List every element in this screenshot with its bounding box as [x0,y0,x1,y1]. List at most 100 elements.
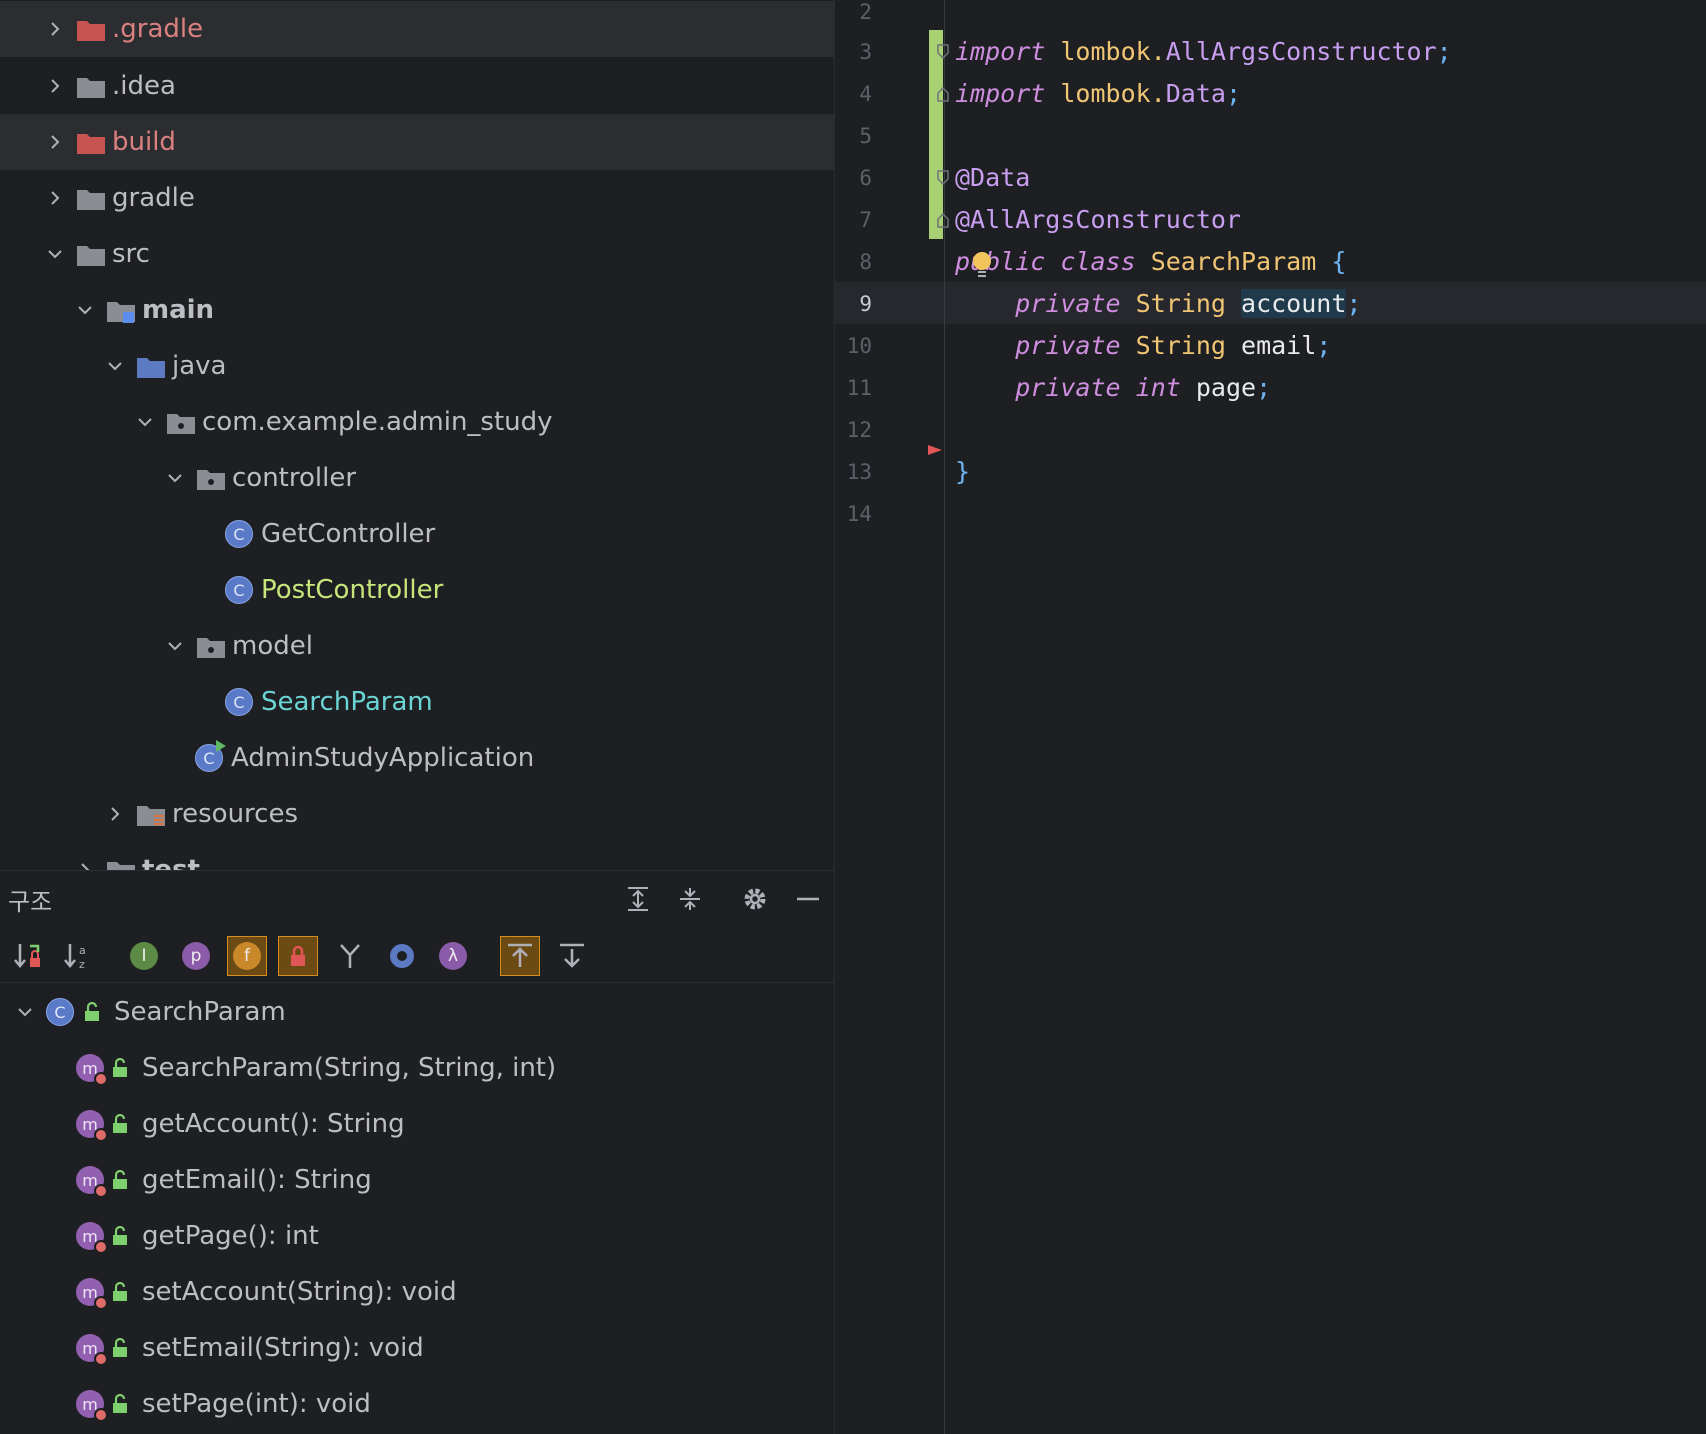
code-line-11[interactable]: private int page; [955,367,1271,409]
minimize-icon[interactable] [792,883,824,915]
tree-item-main[interactable]: main [0,282,834,338]
collapse-all-icon[interactable] [674,883,706,915]
spring-app-class-icon: C [195,740,226,772]
lightbulb-icon[interactable] [970,250,994,280]
chevron-right-icon[interactable] [74,859,96,870]
tree-item-label: AdminStudyApplication [231,743,535,773]
chevron-down-icon[interactable] [44,243,66,265]
code-package: lombok. [1060,37,1166,66]
tree-item-label: com.example.admin_study [202,407,553,437]
chevron-right-icon[interactable] [44,18,66,40]
class-icon: C [225,688,253,716]
tree-item-label: .idea [112,71,176,101]
sort-alphabetically-icon[interactable]: az [58,936,98,976]
show-inherited-icon[interactable]: I [124,936,164,976]
fold-start-icon[interactable] [937,170,949,186]
show-lambdas-icon[interactable]: λ [433,936,473,976]
code-line-9[interactable]: private String account; [955,283,1361,325]
fold-end-icon[interactable] [937,212,949,228]
code-keyword: private [1015,373,1121,402]
line-number: 3 [859,40,872,64]
project-tree: .gradle .idea build gradle src main java… [0,0,834,870]
code-line-3[interactable]: import lombok.AllArgsConstructor; [955,31,1452,73]
tree-item-gradle-hidden[interactable]: .gradle [0,1,834,57]
show-non-public-icon[interactable] [278,936,318,976]
chevron-right-icon[interactable] [104,803,126,825]
tree-item-gradle[interactable]: gradle [0,170,834,226]
structure-member[interactable]: m getPage(): int [0,1208,834,1264]
chevron-down-icon[interactable] [164,467,186,489]
tree-item-postcontroller[interactable]: C PostController [0,562,834,618]
structure-member[interactable]: m getAccount(): String [0,1096,834,1152]
tree-item-getcontroller[interactable]: C GetController [0,506,834,562]
structure-member[interactable]: m SearchParam(String, String, int) [0,1040,834,1096]
line-number: 7 [859,208,872,232]
fold-start-icon[interactable] [937,44,949,60]
structure-panel-header: 구조 [0,870,834,927]
field-icon: f [233,942,261,970]
code-line-6[interactable]: @Data [955,157,1030,199]
chevron-right-icon[interactable] [44,75,66,97]
tree-item-idea[interactable]: .idea [0,58,834,114]
fold-end-icon[interactable] [937,86,949,102]
error-marker-icon[interactable] [927,443,943,457]
show-fields-icon[interactable]: f [227,936,267,976]
code-keyword: private [1015,289,1121,318]
line-number: 12 [846,418,872,442]
tree-item-label: model [232,631,313,661]
tree-item-src[interactable]: src [0,226,834,282]
code-keyword: private [1015,331,1121,360]
vcs-change-marker[interactable] [929,30,943,239]
tree-item-build[interactable]: build [0,114,834,170]
structure-root-searchparam[interactable]: C SearchParam [0,984,834,1040]
structure-member[interactable]: m setAccount(String): void [0,1264,834,1320]
chevron-down-icon[interactable] [14,1001,36,1023]
svg-text:a: a [79,944,86,957]
tree-item-adminstudyapplication[interactable]: C AdminStudyApplication [0,730,834,786]
structure-member[interactable]: m setPage(int): void [0,1376,834,1432]
chevron-down-icon[interactable] [104,355,126,377]
class-icon: C [46,998,74,1026]
chevron-down-icon[interactable] [74,299,96,321]
method-icon: m [76,1166,108,1198]
structure-root-label: SearchParam [114,997,286,1027]
sort-by-visibility-icon[interactable] [8,936,48,976]
show-properties-icon[interactable]: p [176,936,216,976]
code-line-13[interactable]: } [955,451,970,493]
chevron-right-icon[interactable] [44,131,66,153]
expand-all-icon[interactable] [622,883,654,915]
structure-member[interactable]: m getEmail(): String [0,1152,834,1208]
tree-item-controller[interactable]: controller [0,450,834,506]
show-anonymous-icon[interactable] [382,936,422,976]
class-icon: C [225,576,253,604]
code-line-7[interactable]: @AllArgsConstructor [955,199,1241,241]
tree-item-searchparam[interactable]: C SearchParam [0,674,834,730]
chevron-down-icon[interactable] [164,635,186,657]
gear-icon[interactable] [739,883,771,915]
chevron-right-icon[interactable] [44,187,66,209]
code-line-10[interactable]: private String email; [955,325,1331,367]
code-brace: { [1331,247,1347,276]
left-panel: .gradle .idea build gradle src main java… [0,0,834,1434]
code-punctuation: ; [1436,37,1452,66]
package-icon [196,467,226,490]
tree-item-package-root[interactable]: com.example.admin_study [0,394,834,450]
line-number: 8 [859,250,872,274]
merge-icon[interactable] [330,936,370,976]
tree-item-model[interactable]: model [0,618,834,674]
code-line-4[interactable]: import lombok.Data; [955,73,1241,115]
tree-item-java[interactable]: java [0,338,834,394]
chevron-down-icon[interactable] [134,411,156,433]
tree-item-test[interactable]: test [0,842,834,870]
public-lock-icon [113,1338,127,1357]
tree-item-resources[interactable]: resources [0,786,834,842]
autoscroll-to-source-icon[interactable] [500,936,540,976]
tree-item-label: resources [172,799,299,829]
code-type: String [1135,331,1226,360]
code-line-8[interactable]: public class SearchParam { [955,241,1346,283]
structure-member[interactable]: m setEmail(String): void [0,1320,834,1376]
autoscroll-from-source-icon[interactable] [552,936,592,976]
public-lock-icon [113,1114,127,1133]
tree-item-label: main [142,295,215,325]
structure-member-label: getEmail(): String [142,1165,372,1195]
